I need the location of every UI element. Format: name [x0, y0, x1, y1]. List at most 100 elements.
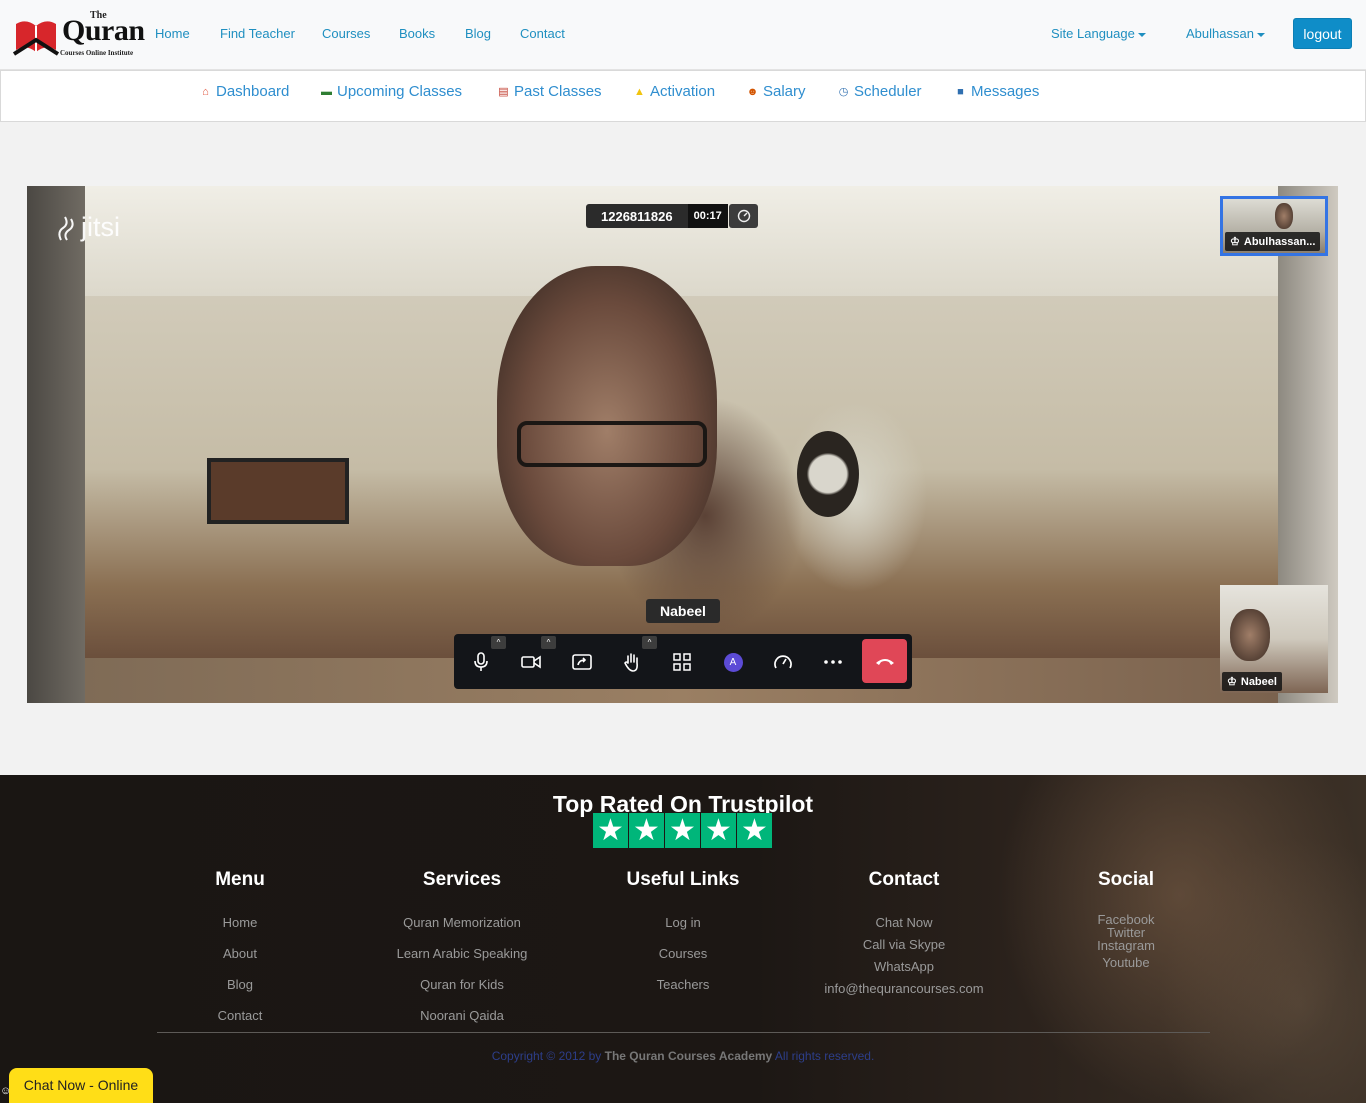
- footer-link-learn-arabic[interactable]: Learn Arabic Speaking: [352, 946, 572, 961]
- screen-share-button[interactable]: [565, 645, 599, 679]
- hangup-button[interactable]: [862, 639, 907, 683]
- participant-glasses: [517, 421, 707, 467]
- footer-link-noorani-qaida[interactable]: Noorani Qaida: [352, 1008, 572, 1023]
- footer-divider: [157, 1032, 1210, 1033]
- footer-link-courses[interactable]: Courses: [583, 946, 783, 961]
- camera-options-caret[interactable]: ^: [541, 636, 556, 649]
- thumbnail-abulhassan[interactable]: ♔ Abulhassan...: [1220, 196, 1328, 256]
- footer-services-title: Services: [422, 869, 502, 890]
- quran-book-icon: [12, 21, 60, 56]
- tile-view-button[interactable]: [665, 645, 699, 679]
- gauge-icon: [737, 209, 750, 223]
- star-icon: ★: [701, 813, 736, 848]
- subnav-label: Activation: [650, 83, 716, 100]
- jitsi-meeting-frame[interactable]: jitsi 1226811826 00:17 ♔ Abulhassan... Na…: [27, 186, 1338, 703]
- microphone-icon: [474, 652, 488, 671]
- raise-hand-button[interactable]: [615, 645, 649, 679]
- more-actions-button[interactable]: [816, 645, 850, 679]
- camera-icon: [521, 655, 541, 669]
- nav-blog[interactable]: Blog: [465, 26, 491, 41]
- subnav-salary[interactable]: ☻ Salary: [746, 83, 806, 100]
- site-logo[interactable]: The Quran Courses Online Institute: [12, 8, 145, 62]
- footer-link-whatsapp[interactable]: WhatsApp: [794, 959, 1014, 974]
- gauge-icon: [774, 655, 792, 669]
- nav-courses[interactable]: Courses: [322, 26, 370, 41]
- chat-icon: ■: [957, 85, 964, 98]
- connection-quality-button[interactable]: [729, 204, 758, 228]
- speaker-name-tag: Nabeel: [646, 599, 720, 623]
- subnav-upcoming-classes[interactable]: ▬ Upcoming Classes: [320, 83, 462, 100]
- footer-link-quran-kids[interactable]: Quran for Kids: [352, 977, 572, 992]
- more-dots-icon: [824, 660, 842, 664]
- logo-name: Quran: [62, 14, 145, 47]
- screen-share-icon: [572, 654, 592, 670]
- footer-social-title: Social: [1098, 869, 1154, 890]
- thumbnail-name: Nabeel: [1240, 675, 1277, 688]
- subnav-dashboard[interactable]: ⌂ Dashboard: [199, 83, 289, 100]
- video-ceiling: [85, 186, 1278, 296]
- thumbnail-face: [1230, 609, 1270, 661]
- footer-link-blog[interactable]: Blog: [140, 977, 340, 992]
- subnav-label: Upcoming Classes: [337, 83, 463, 100]
- footer-useful-links-column: Useful Links Log in Courses Teachers: [583, 869, 783, 992]
- footer-link-about[interactable]: About: [140, 946, 340, 961]
- logo-subtitle: Courses Online Institute: [60, 49, 134, 57]
- reactions-options-caret[interactable]: ^: [642, 636, 657, 649]
- bell-icon: ▲: [634, 85, 645, 98]
- thumbnail-nabeel[interactable]: ♔ Nabeel: [1220, 585, 1328, 693]
- meeting-timer: 00:17: [687, 204, 728, 228]
- footer-menu-title: Menu: [215, 869, 265, 890]
- performance-settings-button[interactable]: [766, 645, 800, 679]
- subnav-scheduler[interactable]: ◷ Scheduler: [837, 83, 922, 100]
- jitsi-brand: jitsi: [81, 212, 120, 242]
- camera-button[interactable]: [514, 645, 548, 679]
- user-menu-dropdown[interactable]: Abulhassan: [1186, 26, 1265, 41]
- jitsi-watermark[interactable]: jitsi: [55, 212, 120, 243]
- site-language-dropdown[interactable]: Site Language: [1051, 26, 1146, 41]
- thumbnail-label: ♔ Abulhassan...: [1225, 232, 1321, 251]
- footer-link-teachers[interactable]: Teachers: [583, 977, 783, 992]
- footer-contact-column: Contact Chat Now Call via Skype WhatsApp…: [794, 869, 1014, 996]
- site-footer: Top Rated On Trustpilot ★ ★ ★ ★ ★ Menu H…: [0, 775, 1366, 1103]
- nav-contact[interactable]: Contact: [520, 26, 565, 41]
- footer-link-skype[interactable]: Call via Skype: [794, 937, 1014, 952]
- star-icon: ★: [593, 813, 628, 848]
- trustpilot-stars[interactable]: ★ ★ ★ ★ ★: [593, 813, 772, 848]
- footer-link-contact[interactable]: Contact: [140, 1008, 340, 1023]
- microphone-options-caret[interactable]: ^: [491, 636, 506, 649]
- nav-home[interactable]: Home: [155, 26, 190, 41]
- video-edge-left: [27, 186, 85, 703]
- copyright-brand[interactable]: The Quran Courses Academy: [605, 1049, 773, 1063]
- subnav-label: Salary: [763, 83, 806, 100]
- footer-link-email[interactable]: info@thequrancourses.com: [794, 981, 1014, 996]
- subnav-activation[interactable]: ▲ Activation: [633, 83, 715, 100]
- avatar: A: [723, 652, 743, 672]
- hangup-phone-icon: [875, 659, 894, 665]
- moderator-crown-icon: ♔: [1227, 676, 1237, 688]
- thumbnail-face: [1275, 203, 1293, 229]
- room-info-pill: 1226811826 00:17: [586, 204, 728, 228]
- footer-link-instagram[interactable]: Instagram: [1036, 939, 1216, 952]
- microphone-button[interactable]: [464, 645, 498, 679]
- subnav-messages[interactable]: ■ Messages: [954, 83, 1039, 100]
- footer-link-youtube[interactable]: Youtube: [1036, 956, 1216, 969]
- chat-now-widget[interactable]: Chat Now - Online: [9, 1068, 153, 1103]
- footer-menu-column: Menu Home About Blog Contact: [140, 869, 340, 1023]
- footer-useful-title: Useful Links: [626, 869, 740, 890]
- logout-button[interactable]: logout: [1293, 18, 1352, 49]
- footer-link-home[interactable]: Home: [140, 915, 340, 930]
- footer-services-column: Services Quran Memorization Learn Arabic…: [352, 869, 572, 1023]
- participant-avatar-button[interactable]: A: [716, 645, 750, 679]
- copyright-suffix: All rights reserved.: [774, 1049, 875, 1063]
- nav-books[interactable]: Books: [399, 26, 435, 41]
- footer-link-chat-now[interactable]: Chat Now: [794, 915, 1014, 930]
- wall-clock: [797, 431, 859, 517]
- footer-social-column: Social Facebook Twitter Instagram Youtub…: [1036, 869, 1216, 969]
- footer-link-login[interactable]: Log in: [583, 915, 783, 930]
- wall-picture: [207, 458, 349, 524]
- subnav-label: Scheduler: [854, 83, 922, 100]
- footer-link-quran-memorization[interactable]: Quran Memorization: [352, 915, 572, 930]
- nav-find-teacher[interactable]: Find Teacher: [220, 26, 295, 41]
- home-icon: ⌂: [202, 85, 209, 98]
- subnav-past-classes[interactable]: ▤ Past Classes: [497, 83, 601, 100]
